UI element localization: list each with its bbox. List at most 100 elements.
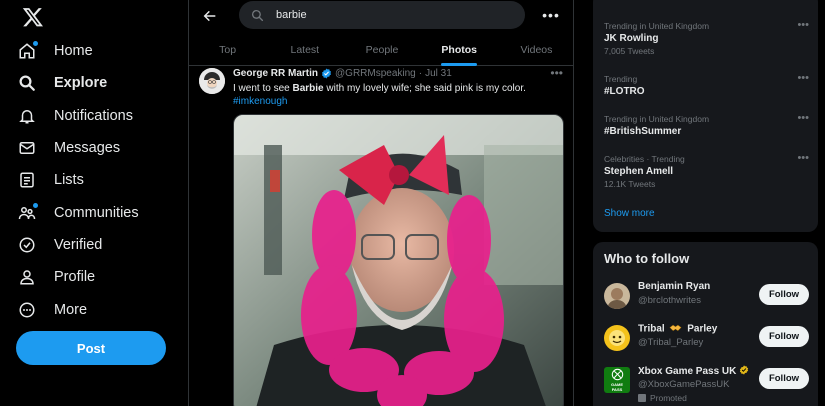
tab-videos[interactable]: Videos xyxy=(498,34,573,65)
envelope-icon xyxy=(18,137,46,159)
follow-name: Tribal Parley xyxy=(638,323,717,335)
tweet-author-handle[interactable]: @GRRMspeaking xyxy=(335,68,416,79)
promoted-text: Promoted xyxy=(650,393,687,403)
who-to-follow-panel: Who to follow Benjamin Ryan @brclothwrit… xyxy=(593,242,818,406)
trend-context: Celebrities · Trending xyxy=(604,154,685,164)
trend-context: Trending xyxy=(604,74,638,84)
nav-profile[interactable]: Profile xyxy=(18,262,95,292)
trends-panel: Trending in United Kingdom JK Rowling 7,… xyxy=(593,0,818,232)
verified-badge-icon xyxy=(321,68,332,79)
avatar xyxy=(604,283,630,309)
trend-context: Trending in United Kingdom xyxy=(604,21,710,31)
nav-lists[interactable]: Lists xyxy=(18,165,84,195)
follow-name-part: Xbox Game Pass UK xyxy=(638,366,737,378)
nav-messages[interactable]: Messages xyxy=(18,133,120,163)
trend-more-button[interactable]: ••• xyxy=(797,19,809,31)
tweet-header: George RR Martin @GRRMspeaking · Jul 31 xyxy=(233,68,452,79)
notification-dot xyxy=(33,41,38,46)
list-icon xyxy=(18,169,46,191)
tweet-more-button[interactable]: ••• xyxy=(550,66,563,80)
search-input[interactable] xyxy=(276,9,496,21)
communities-icon xyxy=(18,202,46,224)
notification-dot xyxy=(33,203,38,208)
nav-more[interactable]: More xyxy=(18,295,87,325)
trend-name: #LOTRO xyxy=(604,86,645,97)
verified-icon xyxy=(18,234,46,256)
nav-verified[interactable]: Verified xyxy=(18,230,102,260)
trend-more-button[interactable]: ••• xyxy=(797,112,809,124)
bell-icon xyxy=(18,105,46,127)
nav-lists-label: Lists xyxy=(54,172,84,188)
tab-latest[interactable]: Latest xyxy=(266,34,343,65)
tweet-date[interactable]: Jul 31 xyxy=(425,68,452,79)
right-sidebar: Trending in United Kingdom JK Rowling 7,… xyxy=(593,0,818,406)
back-arrow-icon[interactable] xyxy=(199,5,221,27)
nav-communities-label: Communities xyxy=(54,205,139,221)
gold-verified-icon xyxy=(739,365,749,378)
trend-item[interactable]: Trending #LOTRO ••• xyxy=(604,72,809,97)
search-more-button[interactable]: ••• xyxy=(541,6,561,24)
nav-messages-label: Messages xyxy=(54,140,121,156)
tweet-photo[interactable] xyxy=(233,114,564,406)
xbox-logo-icon xyxy=(611,368,623,381)
follow-name: Xbox Game Pass UK xyxy=(638,365,749,378)
promoted-label: Promoted xyxy=(638,393,687,403)
tweet[interactable]: George RR Martin @GRRMspeaking · Jul 31 … xyxy=(189,66,573,406)
nav-explore[interactable]: Explore xyxy=(18,68,107,98)
search-icon xyxy=(18,72,46,94)
trend-item[interactable]: Trending in United Kingdom #BritishSumme… xyxy=(604,112,809,137)
nav-explore-label: Explore xyxy=(54,75,108,91)
follow-button[interactable]: Follow xyxy=(759,284,809,305)
avatar xyxy=(604,325,630,351)
follow-handle: @brclothwrites xyxy=(638,295,701,306)
nav-notifications[interactable]: Notifications xyxy=(18,101,133,131)
tweet-separator: · xyxy=(418,68,423,79)
avatar-text: GAME PASS xyxy=(611,382,623,392)
nav-notifications-label: Notifications xyxy=(54,108,133,124)
follow-suggestion[interactable]: Tribal Parley @Tribal_Parley Follow xyxy=(604,323,809,359)
who-to-follow-title: Who to follow xyxy=(604,251,690,266)
handshake-icon xyxy=(669,323,683,335)
nav-profile-label: Profile xyxy=(54,269,96,285)
follow-suggestion[interactable]: GAME PASS Xbox Game Pass UK @XboxGamePas… xyxy=(604,365,809,403)
tab-photos[interactable]: Photos xyxy=(421,34,498,65)
follow-handle: @XboxGamePassUK xyxy=(638,379,730,390)
trend-item[interactable]: Celebrities · Trending Stephen Amell 12.… xyxy=(604,152,809,189)
left-nav: Home Explore Notifications Messages List… xyxy=(0,0,188,406)
tab-top[interactable]: Top xyxy=(189,34,266,65)
post-button[interactable]: Post xyxy=(16,331,166,365)
trend-count: 12.1K Tweets xyxy=(604,179,656,189)
trend-item[interactable]: Trending in United Kingdom JK Rowling 7,… xyxy=(604,19,809,56)
follow-name-part: Parley xyxy=(687,323,718,335)
x-logo-icon[interactable] xyxy=(22,6,44,28)
search-tabs: Top Latest People Photos Videos xyxy=(189,34,573,66)
tweet-text-part: with my lovely wife; she said pink is my… xyxy=(323,83,526,94)
follow-button[interactable]: Follow xyxy=(759,326,809,347)
nav-more-label: More xyxy=(54,302,88,318)
home-icon xyxy=(18,40,46,62)
search-bar[interactable] xyxy=(239,1,525,29)
tweet-text-part: I went to see xyxy=(233,83,293,94)
nav-communities[interactable]: Communities xyxy=(18,198,139,228)
promoted-icon xyxy=(638,394,646,402)
avatar[interactable] xyxy=(199,68,225,94)
trend-more-button[interactable]: ••• xyxy=(797,72,809,84)
trend-context: Trending in United Kingdom xyxy=(604,114,710,124)
search-icon xyxy=(251,9,264,22)
person-icon xyxy=(18,266,46,288)
tweet-author-name[interactable]: George RR Martin xyxy=(233,68,318,79)
avatar: GAME PASS xyxy=(604,367,630,393)
tweet-text-bold: Barbie xyxy=(292,83,324,94)
tab-people[interactable]: People xyxy=(343,34,420,65)
trend-name: #BritishSummer xyxy=(604,126,682,137)
tweet-hashtag[interactable]: #imkenough xyxy=(233,96,287,107)
show-more-link[interactable]: Show more xyxy=(604,208,655,219)
trend-name: Stephen Amell xyxy=(604,166,674,177)
trend-name: JK Rowling xyxy=(604,33,659,44)
follow-name-part: Tribal xyxy=(638,323,665,335)
trend-more-button[interactable]: ••• xyxy=(797,152,809,164)
main-column: ••• Top Latest People Photos Videos Geor… xyxy=(188,0,574,406)
follow-suggestion[interactable]: Benjamin Ryan @brclothwrites Follow xyxy=(604,281,809,317)
nav-home[interactable]: Home xyxy=(18,36,93,66)
follow-button[interactable]: Follow xyxy=(759,368,809,389)
